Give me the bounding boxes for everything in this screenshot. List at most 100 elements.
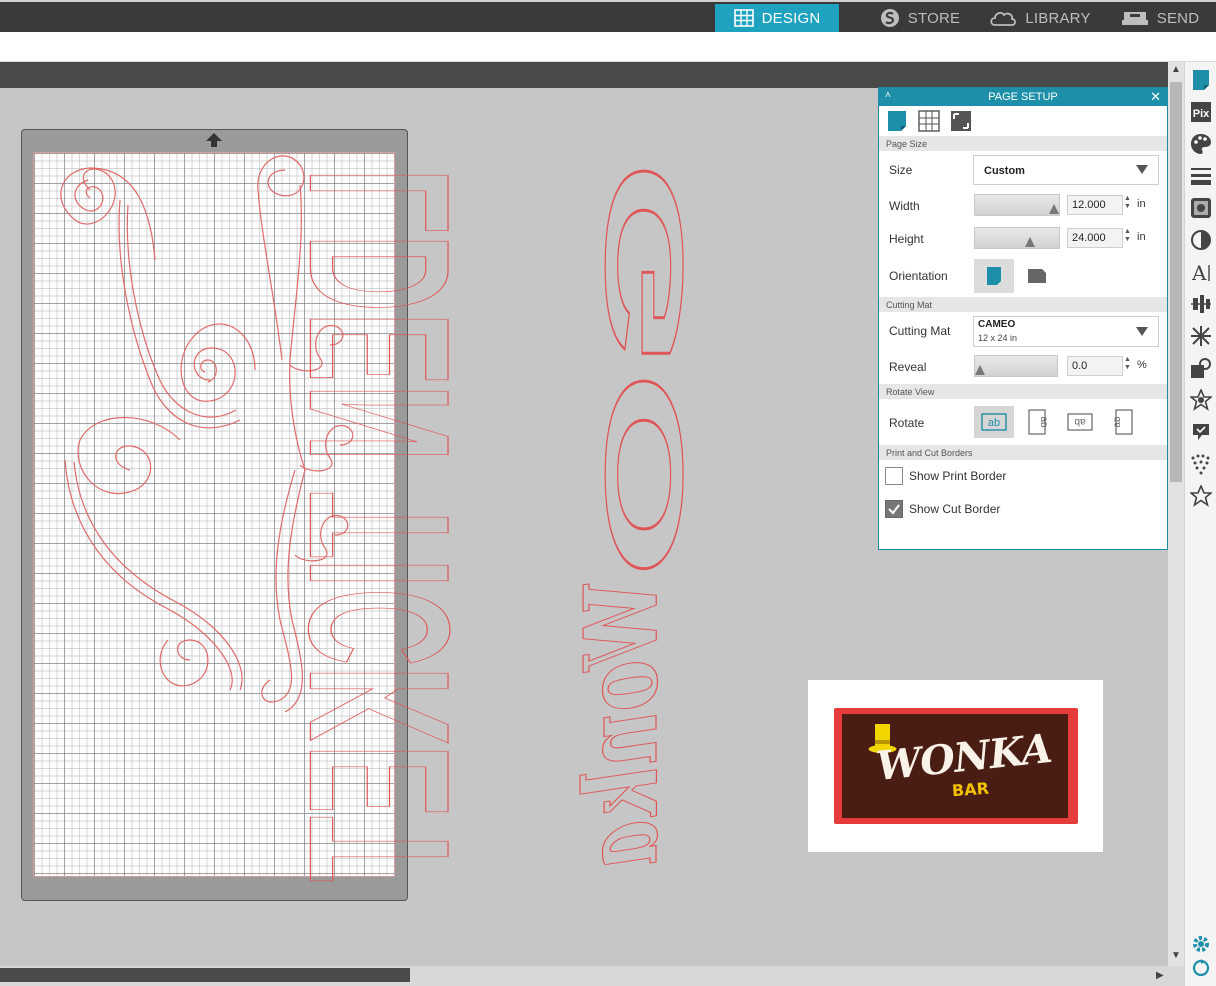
scroll-down-icon[interactable]: ▼ xyxy=(1171,950,1181,961)
image-effects-icon[interactable] xyxy=(1189,196,1213,220)
registration-marks-icon xyxy=(951,111,971,131)
rotate-0-button[interactable]: ab xyxy=(974,406,1014,438)
tab-library[interactable]: LIBRARY xyxy=(980,4,1100,32)
show-cut-border-label[interactable]: Show Cut Border xyxy=(909,502,1000,516)
toolbar xyxy=(0,32,1216,62)
reveal-stepper[interactable]: ▲ ▼ xyxy=(1124,356,1132,372)
grid-icon xyxy=(918,110,940,132)
cloud-icon xyxy=(990,11,1017,26)
canvas-header-strip xyxy=(0,62,1168,88)
horizontal-scrollbar-thumb[interactable] xyxy=(0,968,410,982)
settings-gear-icon[interactable] xyxy=(1189,932,1213,956)
right-panel-toolbar: Pix A xyxy=(1184,62,1216,986)
tab-grid[interactable] xyxy=(917,109,941,133)
trace-icon[interactable] xyxy=(1189,452,1213,476)
orientation-landscape-button[interactable] xyxy=(1017,259,1057,293)
text-style-icon[interactable]: A xyxy=(1189,260,1213,284)
width-input[interactable]: 12.000 xyxy=(1067,195,1123,215)
height-stepper[interactable]: ▲ ▼ xyxy=(1124,228,1132,244)
close-icon[interactable]: ✕ xyxy=(1150,89,1161,105)
panel-header: ˄ PAGE SETUP ✕ xyxy=(879,88,1167,106)
width-slider[interactable] xyxy=(974,194,1060,216)
tab-design[interactable]: DESIGN xyxy=(715,4,839,32)
rotate-270-button[interactable]: ab xyxy=(1104,406,1144,438)
tab-store-label: STORE xyxy=(907,9,961,27)
refresh-icon[interactable] xyxy=(1189,956,1213,980)
modify-star-icon[interactable] xyxy=(1189,388,1213,412)
tab-registration[interactable] xyxy=(949,109,973,133)
page-setup-icon[interactable] xyxy=(1189,68,1213,92)
show-print-border-checkbox[interactable] xyxy=(885,467,903,485)
orientation-label: Orientation xyxy=(889,269,948,283)
orientation-portrait-button[interactable] xyxy=(974,259,1014,293)
tab-library-label: LIBRARY xyxy=(1025,9,1091,27)
vertical-scrollbar[interactable]: ▲ ▼ xyxy=(1168,62,1184,966)
cutting-mat-size: 12 x 24 in xyxy=(978,333,1018,343)
rotate-0-icon: ab xyxy=(981,413,1007,431)
rotate-180-button[interactable]: ab xyxy=(1060,406,1100,438)
reveal-slider[interactable] xyxy=(974,355,1058,377)
height-input[interactable]: 24.000 xyxy=(1067,228,1123,248)
orientation-row: Orientation xyxy=(879,255,1167,297)
cutting-mat-grid[interactable] xyxy=(33,152,395,877)
height-unit: in xyxy=(1137,231,1146,243)
size-row: Size Custom xyxy=(879,151,1167,189)
section-page-size: Page Size xyxy=(879,136,1167,151)
vertical-scrollbar-thumb[interactable] xyxy=(1170,82,1182,482)
cutter-icon xyxy=(1121,12,1148,25)
chevron-down-icon xyxy=(1136,165,1148,174)
section-cutting-mat: Cutting Mat xyxy=(879,297,1167,312)
height-slider[interactable] xyxy=(974,227,1060,249)
width-unit: in xyxy=(1137,198,1146,210)
rotate-0-glyph: ab xyxy=(988,417,1000,429)
line-style-icon[interactable] xyxy=(1189,164,1213,188)
bar-logo-text: BAR xyxy=(951,778,990,801)
favorite-star-icon[interactable] xyxy=(1189,484,1213,508)
scroll-up-icon[interactable]: ▲ xyxy=(1171,64,1181,75)
rotate-270-glyph: ab xyxy=(1114,416,1123,428)
width-slider-thumb[interactable] xyxy=(1049,204,1059,214)
rotate-90-glyph: ab xyxy=(1038,416,1047,428)
pixscan-icon[interactable]: Pix xyxy=(1189,100,1213,124)
top-nav-bar: DESIGN STORE LIBRARY SEND xyxy=(0,0,1216,32)
cut-border-row: Show Cut Border xyxy=(879,493,1167,526)
rotate-label: Rotate xyxy=(889,416,925,430)
landscape-page-icon xyxy=(1028,269,1046,283)
chevron-down-icon xyxy=(1136,326,1148,336)
size-label: Size xyxy=(889,163,913,177)
scroll-right-icon[interactable]: ▶ xyxy=(1156,970,1164,981)
page-setup-panel: ˄ PAGE SETUP ✕ Page Size Size Custom Wid… xyxy=(878,87,1168,550)
cutting-mat-dropdown[interactable]: CAMEO 12 x 24 in xyxy=(973,316,1159,347)
rotate-90-button[interactable]: ab xyxy=(1017,406,1057,438)
offset-icon[interactable] xyxy=(1189,420,1213,444)
show-print-border-label[interactable]: Show Print Border xyxy=(909,469,1006,483)
collapse-chevron-icon[interactable]: ˄ xyxy=(885,90,891,101)
show-cut-border-checkbox[interactable] xyxy=(885,500,903,518)
size-dropdown[interactable]: Custom xyxy=(973,155,1159,185)
reveal-slider-thumb[interactable] xyxy=(975,365,985,375)
reveal-input[interactable]: 0.0 xyxy=(1067,356,1123,376)
portrait-page-icon xyxy=(987,267,1001,285)
section-print-cut-borders: Print and Cut Borders xyxy=(879,445,1167,460)
contrast-icon[interactable] xyxy=(1189,228,1213,252)
feed-direction-arrow-icon xyxy=(206,133,222,147)
width-stepper[interactable]: ▲ ▼ xyxy=(1124,195,1132,211)
cutting-mat-label: Cutting Mat xyxy=(889,324,951,338)
print-border-row: Show Print Border xyxy=(879,460,1167,493)
tab-page-setup[interactable] xyxy=(885,109,909,133)
horizontal-scrollbar[interactable]: ▶ xyxy=(0,966,1184,986)
tab-send-label: SEND xyxy=(1156,9,1200,27)
tab-store[interactable]: STORE xyxy=(860,4,980,32)
rotate-270-icon: ab xyxy=(1114,409,1133,435)
tab-send[interactable]: SEND xyxy=(1110,4,1210,32)
transform-icon[interactable] xyxy=(1189,356,1213,380)
align-icon[interactable] xyxy=(1189,292,1213,316)
store-s-icon xyxy=(880,9,899,27)
fill-palette-icon[interactable] xyxy=(1189,132,1213,156)
replicate-icon[interactable] xyxy=(1189,324,1213,348)
section-rotate-view: Rotate View xyxy=(879,384,1167,399)
reveal-unit: % xyxy=(1137,359,1147,371)
grid-icon xyxy=(733,9,754,27)
height-slider-thumb[interactable] xyxy=(1025,237,1035,247)
cutting-mat-row: Cutting Mat CAMEO 12 x 24 in xyxy=(879,312,1167,350)
